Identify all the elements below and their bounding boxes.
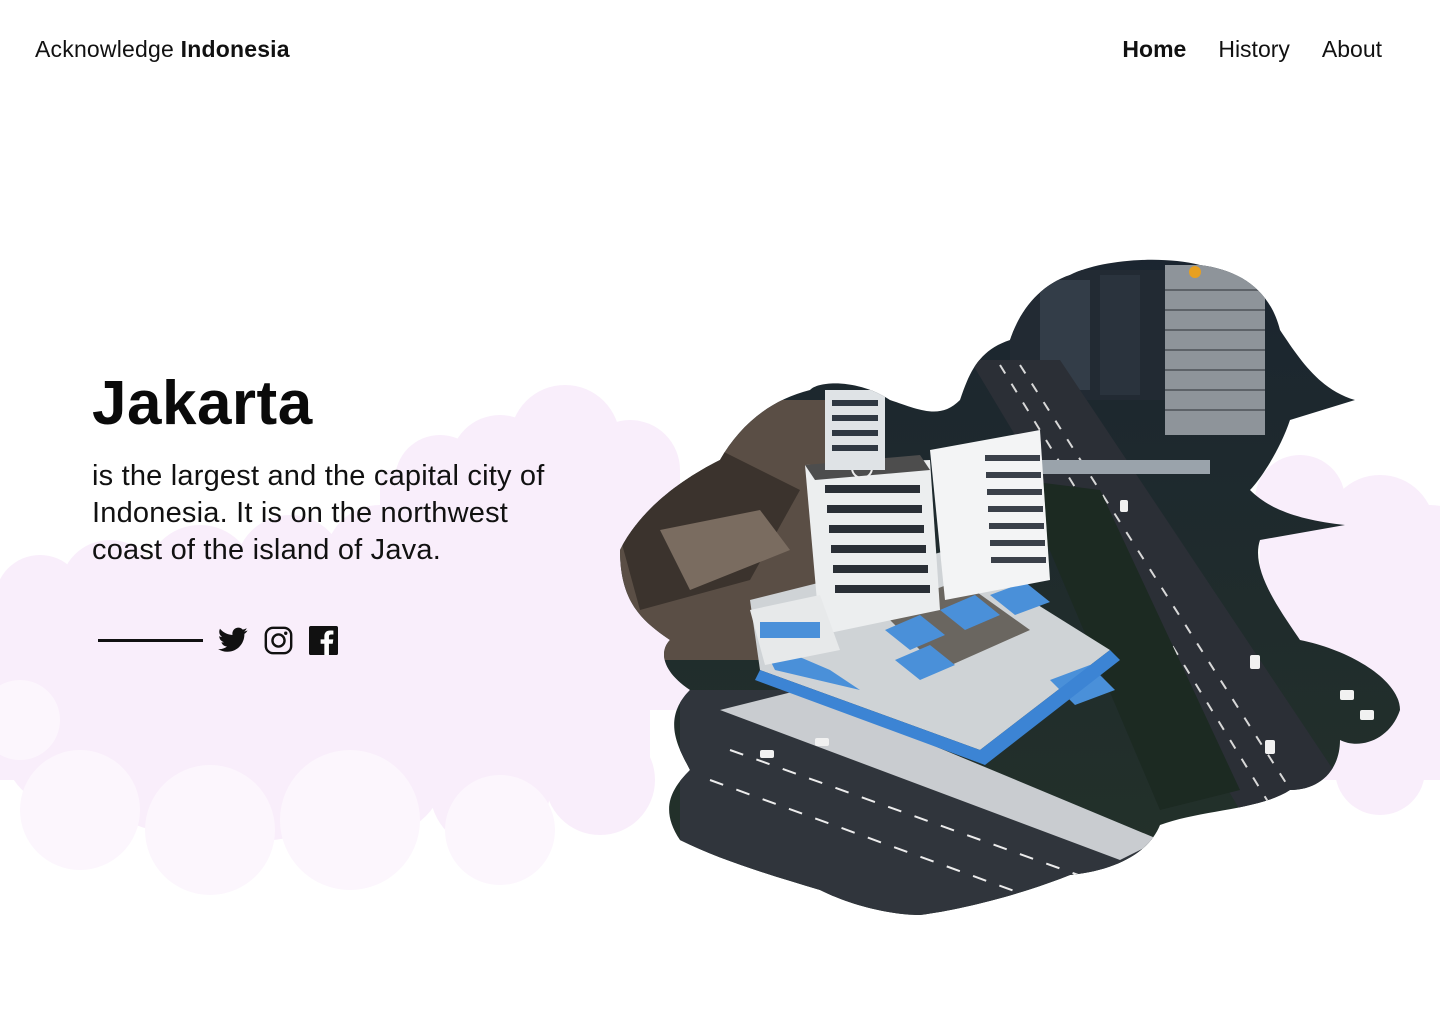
hero-title: Jakarta [92,369,313,438]
instagram-icon[interactable] [263,625,293,655]
nav-about[interactable]: About [1322,36,1382,63]
page: Acknowledge Indonesia Home History About… [0,0,1440,1024]
hero-description: is the largest and the capital city of I… [92,460,545,566]
brand-bold: Indonesia [180,36,290,62]
nav-home[interactable]: Home [1122,36,1186,63]
facebook-icon[interactable] [308,625,338,655]
brand-light: Acknowledge [35,36,175,62]
brand-logo[interactable]: Acknowledge Indonesia [35,36,290,63]
nav-history[interactable]: History [1218,36,1290,63]
jakarta-city-image [620,259,1400,915]
main-nav: Home History About [1122,36,1382,63]
divider-line [98,638,203,642]
twitter-icon[interactable] [218,625,248,655]
social-links [98,625,353,655]
